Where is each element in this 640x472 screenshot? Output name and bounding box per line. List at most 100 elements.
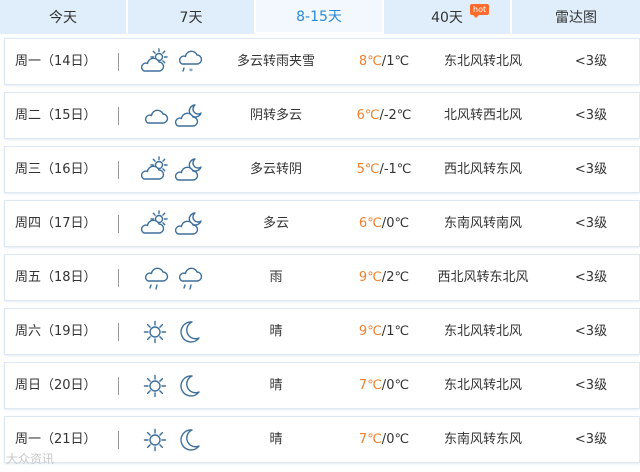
- weather-desc: 多云: [262, 216, 289, 231]
- weather-desc: 晴: [269, 378, 283, 393]
- high-temp: 9℃: [358, 324, 382, 339]
- partly-cloudy-day-icon: [141, 48, 168, 72]
- divider: [118, 269, 119, 287]
- wind-level: <3级: [574, 378, 608, 393]
- tab-label: 40天: [431, 10, 463, 26]
- weather-desc: 多云转雨夹雪: [236, 54, 315, 69]
- wind-direction: 东北风转北风: [443, 324, 522, 339]
- day-label: 周三（16日）: [15, 162, 97, 177]
- weather-desc: 阴转多云: [249, 108, 302, 123]
- wind-level: <3级: [574, 324, 608, 339]
- weather-icons: [141, 372, 207, 400]
- sunny-icon: [143, 320, 167, 344]
- forecast-row: 周三（16日） 多云转阴 5℃/-1℃ 西北风转东风 <3级: [4, 146, 640, 193]
- day-label: 周日（20日）: [15, 378, 97, 393]
- weather-desc: 多云转阴: [249, 162, 302, 177]
- forecast-row: 周一（21日） 晴 7℃/0℃ 东南风转东风 <3级: [4, 416, 640, 463]
- day-label: 周六（19日）: [15, 324, 97, 339]
- forecast-row: 周一（14日） * 多云转雨夹雪 8℃/1℃ 东北风转北风 <3级: [4, 38, 640, 85]
- overcast-icon: [144, 109, 169, 124]
- tab-label: 8-15天: [296, 9, 342, 25]
- forecast-row: 周五（18日） 雨 9℃/2℃ 西北风转东北风 <3级: [4, 254, 640, 301]
- wind-level: <3级: [574, 432, 608, 447]
- weather-icons: [141, 156, 207, 184]
- high-temp: 9℃: [358, 270, 382, 285]
- day-label: 周五（18日）: [15, 270, 97, 285]
- tab-8-15-days[interactable]: 8-15天: [256, 0, 384, 34]
- low-temp: 1℃: [386, 324, 410, 339]
- tab-7-days[interactable]: 7天: [128, 0, 256, 34]
- low-temp: -2℃: [383, 108, 412, 123]
- wind-direction: 东北风转北风: [443, 378, 522, 393]
- weather-icons: [141, 264, 207, 292]
- forecast-row: 周四（17日） 多云 6℃/0℃ 东南风转南风 <3级: [4, 200, 640, 247]
- hot-badge: hot: [470, 4, 490, 18]
- divider: [118, 161, 119, 179]
- wind-direction: 西北风转东风: [443, 162, 522, 177]
- svg-text:*: *: [189, 67, 193, 76]
- weather-desc: 晴: [269, 432, 283, 447]
- high-temp: 6℃: [356, 108, 380, 123]
- partly-cloudy-night-icon: [175, 104, 202, 127]
- tab-label: 今天: [49, 10, 77, 26]
- weather-icons: [141, 318, 207, 346]
- forecast-row: 周二（15日） 阴转多云 6℃/-2℃ 北风转西北风 <3级: [4, 92, 640, 139]
- wind-direction: 东南风转南风: [443, 216, 522, 231]
- divider: [118, 53, 119, 71]
- low-temp: 1℃: [386, 54, 410, 69]
- sleet-icon: *: [178, 50, 203, 76]
- weather-icons: *: [141, 48, 207, 76]
- day-label: 周二（15日）: [15, 108, 97, 123]
- divider: [118, 323, 119, 341]
- divider: [118, 377, 119, 395]
- tab-label: 7天: [179, 10, 203, 26]
- high-temp: 6℃: [358, 216, 382, 231]
- wind-level: <3级: [574, 270, 608, 285]
- high-temp: 7℃: [358, 432, 382, 447]
- forecast-row: 周六（19日） 晴 9℃/1℃ 东北风转北风 <3级: [4, 308, 640, 355]
- weather-desc: 雨: [269, 270, 283, 285]
- day-label: 周四（17日）: [15, 216, 97, 231]
- low-temp: -1℃: [383, 162, 412, 177]
- watermark: 大众资讯: [6, 452, 55, 466]
- moon-icon: [180, 321, 200, 343]
- divider: [118, 431, 119, 449]
- low-temp: 0℃: [386, 432, 410, 447]
- tab-label: 雷达图: [555, 10, 597, 26]
- wind-direction: 东北风转北风: [443, 54, 522, 69]
- wind-direction: 西北风转东北风: [437, 270, 529, 285]
- divider: [118, 107, 119, 125]
- tab-radar[interactable]: 雷达图: [512, 0, 640, 34]
- divider: [118, 215, 119, 233]
- wind-direction: 东南风转东风: [443, 432, 522, 447]
- partly-cloudy-night-icon: [175, 212, 202, 235]
- moon-icon: [180, 429, 200, 451]
- high-temp: 5℃: [356, 162, 380, 177]
- wind-level: <3级: [574, 216, 608, 231]
- rain-icon: [178, 267, 203, 290]
- low-temp: 0℃: [386, 378, 410, 393]
- high-temp: 8℃: [358, 54, 382, 69]
- forecast-tabs: 今天 7天 8-15天 40天 hot 雷达图: [0, 0, 640, 34]
- weather-desc: 晴: [269, 324, 283, 339]
- weather-icons: [141, 210, 207, 238]
- tab-40-days[interactable]: 40天 hot: [384, 0, 512, 34]
- weather-icons: [141, 426, 207, 454]
- sunny-icon: [143, 374, 167, 398]
- low-temp: 2℃: [386, 270, 410, 285]
- partly-cloudy-day-icon: [141, 210, 168, 234]
- wind-level: <3级: [574, 162, 608, 177]
- wind-level: <3级: [574, 108, 608, 123]
- moon-icon: [180, 375, 200, 397]
- rain-icon: [144, 267, 169, 290]
- tab-today[interactable]: 今天: [0, 0, 128, 34]
- forecast-list: 周一（14日） * 多云转雨夹雪 8℃/1℃ 东北风转北风 <3级 周二（15日…: [4, 38, 640, 470]
- high-temp: 7℃: [358, 378, 382, 393]
- partly-cloudy-night-icon: [175, 158, 202, 181]
- partly-cloudy-day-icon: [141, 156, 168, 180]
- wind-direction: 北风转西北风: [443, 108, 522, 123]
- day-label: 周一（14日）: [15, 54, 97, 69]
- wind-level: <3级: [574, 54, 608, 69]
- low-temp: 0℃: [386, 216, 410, 231]
- forecast-row: 周日（20日） 晴 7℃/0℃ 东北风转北风 <3级: [4, 362, 640, 409]
